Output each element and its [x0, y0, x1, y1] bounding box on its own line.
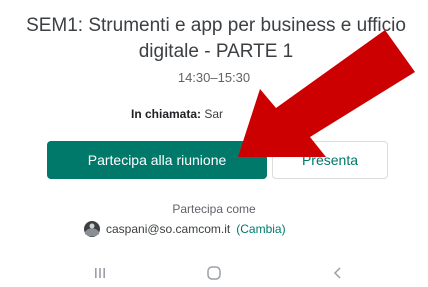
in-call-label: In chiamata:	[131, 107, 202, 121]
in-call-status: In chiamata: Sar	[131, 107, 223, 121]
home-icon[interactable]	[194, 258, 234, 287]
in-call-participants: Sar	[204, 107, 224, 121]
recents-icon[interactable]	[80, 258, 120, 287]
join-as-label: Partecipa come	[172, 202, 256, 216]
avatar-icon	[84, 221, 100, 237]
meeting-time: 14:30–15:30	[177, 70, 251, 85]
change-account-link[interactable]: (Cambia)	[236, 222, 285, 236]
meeting-title: SEM1: Strumenti e app per business e uff…	[26, 15, 406, 62]
meeting-join-screen: SEM1: Strumenti e app per business e uff…	[0, 0, 428, 287]
account-row: caspani@so.camcom.it (Cambia)	[84, 219, 286, 239]
present-button[interactable]: Presenta	[272, 141, 388, 179]
join-meeting-button[interactable]: Partecipa alla riunione	[47, 141, 267, 179]
back-icon[interactable]	[318, 258, 358, 287]
android-nav-bar	[0, 258, 428, 287]
account-email: caspani@so.camcom.it	[106, 222, 231, 236]
